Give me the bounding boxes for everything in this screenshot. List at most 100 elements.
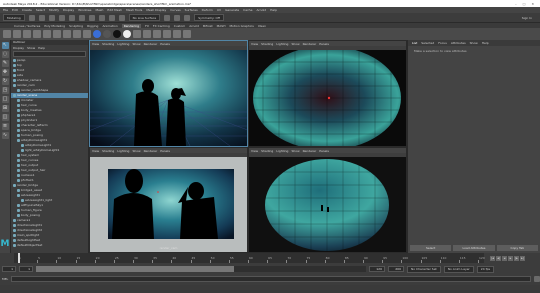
step-forward-icon[interactable]: |▸: [514, 255, 519, 261]
batch-render-icon[interactable]: [183, 30, 191, 38]
maximize-button[interactable]: □: [523, 2, 526, 6]
phong-material-icon[interactable]: [103, 30, 111, 38]
create-camera-icon[interactable]: [143, 30, 151, 38]
move-tool-icon[interactable]: ✥: [1, 69, 9, 76]
viewport-menu-shading[interactable]: Shading: [261, 42, 273, 46]
ipr-icon[interactable]: [23, 30, 31, 38]
viewport-menu-show[interactable]: Show: [132, 42, 140, 46]
viewport-menu-renderer[interactable]: Renderer: [144, 42, 158, 46]
copy-tab-button[interactable]: Copy Tab: [496, 245, 538, 251]
viewport-menu-view[interactable]: View: [251, 149, 258, 153]
command-language-label[interactable]: MEL: [2, 277, 8, 281]
snap-grid-icon[interactable]: [98, 14, 105, 21]
shelf-tab[interactable]: MASH: [217, 24, 226, 28]
symmetry-dropdown[interactable]: Symmetry: Off: [194, 14, 224, 21]
rotate-tool-icon[interactable]: ↻: [1, 78, 9, 85]
play-forward-icon[interactable]: ▸: [508, 255, 513, 261]
shelf-tab[interactable]: Motion Graphics: [229, 24, 253, 28]
viewport-render-cam[interactable]: View Shading Lighting Show Renderer Panels re…: [90, 148, 247, 252]
select-tool-icon[interactable]: ↖: [1, 42, 9, 49]
outliner-menu-item[interactable]: Display: [13, 46, 24, 50]
playback-start-field[interactable]: 1: [19, 266, 33, 272]
sign-in-link[interactable]: Sign In: [522, 16, 540, 20]
menu-arnold[interactable]: Arnold: [256, 8, 266, 12]
shelf-tab[interactable]: Custom: [174, 24, 186, 28]
menu-mesh-tools[interactable]: Mesh Tools: [126, 8, 142, 12]
viewport-menu-shading[interactable]: Shading: [261, 149, 273, 153]
layout-single-icon[interactable]: □: [1, 96, 9, 103]
time-slider[interactable]: 1510152025303540455055606570758085909510…: [14, 253, 485, 263]
sky-dome-icon[interactable]: [153, 30, 161, 38]
viewport-menu-view[interactable]: View: [92, 42, 99, 46]
menu-uv[interactable]: UV: [217, 8, 221, 12]
attr-tab[interactable]: Selected: [421, 41, 434, 45]
viewport-persp2[interactable]: View Shading Lighting Show Renderer Panels: [249, 148, 406, 252]
start-time-field[interactable]: 1: [2, 266, 16, 272]
playback-end-field[interactable]: 120: [369, 266, 385, 272]
viewport-menu-renderer[interactable]: Renderer: [303, 149, 317, 153]
menu-select[interactable]: Select: [36, 8, 45, 12]
layout-graph-icon[interactable]: ∿: [1, 132, 9, 139]
render-setup-icon[interactable]: [173, 30, 181, 38]
lasso-tool-icon[interactable]: ◌: [1, 51, 9, 58]
end-time-field[interactable]: 200: [388, 266, 404, 272]
point-light-icon[interactable]: [63, 30, 71, 38]
load-attributes-button[interactable]: Load Attributes: [453, 245, 495, 251]
shelf-tab[interactable]: FX: [145, 24, 149, 28]
attr-tab[interactable]: Show: [470, 41, 478, 45]
select-button[interactable]: Select: [410, 245, 452, 251]
anim-layer-dropdown[interactable]: No Anim Layer: [443, 265, 474, 273]
render-settings-icon[interactable]: [184, 14, 191, 21]
attr-tab[interactable]: Attributes: [451, 41, 466, 45]
step-back-icon[interactable]: ◂|: [496, 255, 501, 261]
viewport-menu-panels[interactable]: Panels: [319, 149, 329, 153]
minimize-button[interactable]: –: [515, 2, 517, 6]
select-hierarchy-icon[interactable]: [78, 14, 85, 21]
character-set-dropdown[interactable]: No Character Set: [407, 265, 441, 273]
viewport-menu-renderer[interactable]: Renderer: [144, 149, 158, 153]
command-input[interactable]: [11, 276, 531, 282]
viewport-menu-panels[interactable]: Panels: [160, 42, 170, 46]
redo-icon[interactable]: [68, 14, 75, 21]
viewport-menu-view[interactable]: View: [251, 42, 258, 46]
menu-help[interactable]: Help: [270, 8, 277, 12]
outliner-search-input[interactable]: [13, 51, 86, 57]
render-frame-icon[interactable]: [164, 14, 171, 21]
viewport-menu-lighting[interactable]: Lighting: [276, 42, 288, 46]
attr-tab[interactable]: Focus: [438, 41, 447, 45]
viewport-menu-renderer[interactable]: Renderer: [303, 42, 317, 46]
shelf-tab[interactable]: Curves / Surfaces: [14, 24, 40, 28]
snap-curve-icon[interactable]: [108, 14, 115, 21]
hypershade-icon[interactable]: [43, 30, 51, 38]
attr-tab[interactable]: Help: [482, 41, 489, 45]
menu-mesh[interactable]: Mesh: [96, 8, 104, 12]
viewport-menu-shading[interactable]: Shading: [102, 149, 114, 153]
go-to-start-icon[interactable]: |◂: [490, 255, 495, 261]
attr-tab[interactable]: List: [412, 41, 417, 45]
shelf-tab[interactable]: Sculpting: [69, 24, 83, 28]
select-object-icon[interactable]: [88, 14, 95, 21]
range-slider-handle[interactable]: [36, 266, 234, 272]
viewport-menu-lighting[interactable]: Lighting: [276, 149, 288, 153]
viewport-menu-view[interactable]: View: [92, 149, 99, 153]
shelf-tab[interactable]: Rendering: [121, 23, 142, 28]
ipr-render-icon[interactable]: [174, 14, 181, 21]
layout-four-icon[interactable]: ⊞: [1, 105, 9, 112]
directional-light-icon[interactable]: [73, 30, 81, 38]
viewport-menu-panels[interactable]: Panels: [319, 42, 329, 46]
fps-dropdown[interactable]: 24 fps: [476, 265, 495, 273]
menu-create[interactable]: Create: [22, 8, 32, 12]
menu-windows[interactable]: Windows: [78, 8, 91, 12]
script-editor-icon[interactable]: [534, 276, 540, 282]
outliner-menu-item[interactable]: Help: [38, 46, 45, 50]
live-surface-field[interactable]: No Live Surface: [128, 14, 161, 21]
range-slider[interactable]: [36, 266, 366, 272]
layout-outliner-icon[interactable]: ≡: [1, 123, 9, 130]
blinn-material-icon[interactable]: [93, 30, 101, 38]
render-layer-icon[interactable]: [163, 30, 171, 38]
scale-tool-icon[interactable]: ◳: [1, 87, 9, 94]
viewport-menu-shading[interactable]: Shading: [102, 42, 114, 46]
layout-two-icon[interactable]: ◫: [1, 114, 9, 121]
camera-shelf-icon[interactable]: [133, 30, 141, 38]
viewport-menu-show[interactable]: Show: [291, 42, 299, 46]
